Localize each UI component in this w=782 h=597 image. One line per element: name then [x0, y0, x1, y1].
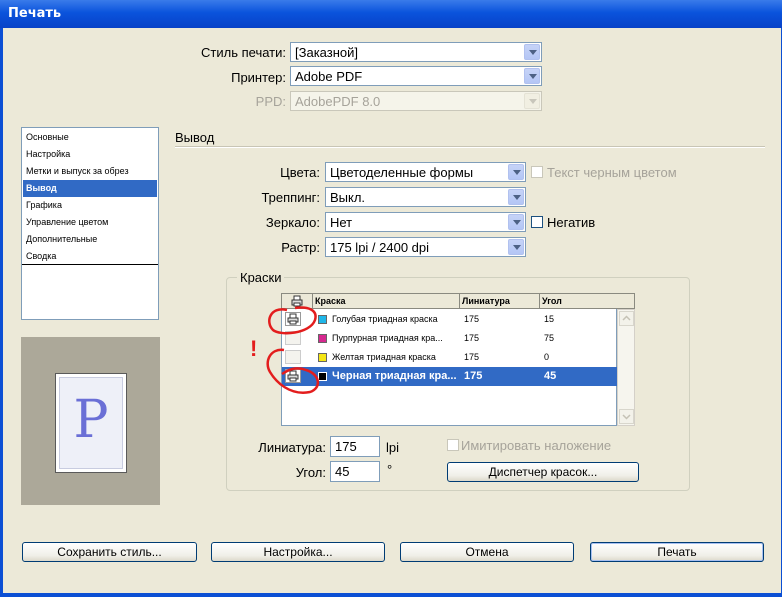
- ink-angle: 0: [544, 352, 550, 362]
- chevron-down-icon[interactable]: [524, 44, 540, 60]
- colors-value: Цветоделенные формы: [330, 165, 474, 180]
- angle-label: Угол:: [295, 465, 326, 480]
- printer-value: Adobe PDF: [295, 69, 363, 84]
- scroll-down-arrow[interactable]: [619, 409, 634, 424]
- sidebar-item-general[interactable]: Основные: [23, 129, 157, 146]
- inks-scrollbar[interactable]: [617, 309, 635, 426]
- column-ink[interactable]: Краска: [313, 294, 460, 308]
- page-preview: P: [21, 337, 160, 505]
- window-title: Печать: [8, 6, 62, 21]
- sidebar-item-advanced[interactable]: Дополнительные: [23, 231, 157, 248]
- save-style-button[interactable]: Сохранить стиль...: [22, 542, 197, 562]
- printer-label: Принтер:: [231, 70, 286, 85]
- sidebar-item-setup[interactable]: Настройка: [23, 146, 157, 163]
- table-row[interactable]: Голубая триадная краска 175 15: [282, 310, 617, 329]
- trapping-select[interactable]: Выкл.: [325, 187, 526, 207]
- simulate-overprint-checkbox: [447, 439, 459, 451]
- raster-label: Растр:: [281, 240, 320, 255]
- settings-category-list: Основные Настройка Метки и выпуск за обр…: [21, 127, 159, 320]
- list-divider: [22, 264, 158, 265]
- sidebar-item-output[interactable]: Вывод: [23, 180, 157, 197]
- setup-button[interactable]: Настройка...: [211, 542, 385, 562]
- title-bar: Печать: [0, 0, 782, 28]
- text-black-label: Текст черным цветом: [547, 165, 677, 180]
- sidebar-item-color-management[interactable]: Управление цветом: [23, 214, 157, 231]
- lineature-label: Линиатура:: [258, 440, 326, 455]
- chevron-down-icon: [524, 93, 540, 109]
- ink-name: Черная триадная кра...: [332, 370, 457, 382]
- ink-name: Голубая триадная краска: [332, 314, 438, 324]
- ink-name: Пурпурная триадная кра...: [332, 333, 443, 343]
- trapping-label: Треппинг:: [261, 190, 320, 205]
- inks-table-body: Голубая триадная краска 175 15 Пурпурная…: [281, 309, 617, 426]
- sidebar-item-graphics[interactable]: Графика: [23, 197, 157, 214]
- cancel-button[interactable]: Отмена: [400, 542, 574, 562]
- chevron-down-icon[interactable]: [524, 68, 540, 84]
- table-row-selected[interactable]: Черная триадная кра... 175 45: [282, 367, 617, 386]
- sidebar-item-summary[interactable]: Сводка: [23, 248, 157, 265]
- print-style-select[interactable]: [Заказной]: [290, 42, 542, 62]
- ink-angle: 15: [544, 314, 555, 324]
- colors-select[interactable]: Цветоделенные формы: [325, 162, 526, 182]
- text-black-checkbox: [531, 166, 543, 178]
- ink-lineature: 175: [464, 352, 480, 362]
- angle-input[interactable]: 45: [330, 461, 380, 482]
- ink-lineature: 175: [464, 370, 483, 382]
- page-thumbnail: P: [55, 373, 127, 473]
- table-row[interactable]: Желтая триадная краска 175 0: [282, 348, 617, 367]
- ink-angle: 45: [544, 370, 557, 382]
- chevron-down-icon[interactable]: [508, 239, 524, 255]
- print-style-value: [Заказной]: [295, 45, 358, 60]
- angle-unit: °: [387, 462, 393, 477]
- lineature-input[interactable]: 175: [330, 436, 380, 457]
- printer-select[interactable]: Adobe PDF: [290, 66, 542, 86]
- ink-lineature: 175: [464, 314, 480, 324]
- chevron-down-icon[interactable]: [508, 214, 524, 230]
- ink-angle: 75: [544, 333, 555, 343]
- ink-manager-button[interactable]: Диспетчер красок...: [447, 462, 639, 482]
- table-row[interactable]: Пурпурная триадная кра... 175 75: [282, 329, 617, 348]
- chevron-down-icon[interactable]: [508, 189, 524, 205]
- section-title: Вывод: [175, 130, 215, 145]
- ppd-value: AdobePDF 8.0: [295, 94, 381, 109]
- colors-label: Цвета:: [280, 165, 320, 180]
- ppd-select: AdobePDF 8.0: [290, 91, 542, 111]
- raster-value: 175 lpi / 2400 dpi: [330, 240, 430, 255]
- mirror-label: Зеркало:: [265, 215, 320, 230]
- ppd-label: PPD:: [255, 94, 286, 109]
- raster-select[interactable]: 175 lpi / 2400 dpi: [325, 237, 526, 257]
- mirror-value: Нет: [330, 215, 353, 230]
- print-style-label: Стиль печати:: [201, 45, 286, 60]
- column-lineature[interactable]: Линиатура: [460, 294, 540, 308]
- trapping-value: Выкл.: [330, 190, 366, 205]
- negative-label: Негатив: [547, 215, 596, 230]
- sidebar-item-marks-bleed[interactable]: Метки и выпуск за обрез: [23, 163, 157, 180]
- simulate-overprint-label: Имитировать наложение: [461, 438, 612, 453]
- chevron-down-icon[interactable]: [508, 164, 524, 180]
- section-divider: [175, 146, 765, 148]
- column-angle[interactable]: Угол: [540, 294, 634, 308]
- ink-lineature: 175: [464, 333, 480, 343]
- inks-table-header: Краска Линиатура Угол: [281, 293, 635, 309]
- print-button[interactable]: Печать: [590, 542, 764, 562]
- scroll-up-arrow[interactable]: [619, 311, 634, 326]
- inks-group-label: Краски: [237, 270, 285, 285]
- lineature-unit: lpi: [386, 440, 400, 455]
- mirror-select[interactable]: Нет: [325, 212, 526, 232]
- negative-checkbox[interactable]: [531, 216, 543, 228]
- exclamation-mark: !: [250, 336, 258, 361]
- preview-letter: P: [73, 390, 109, 450]
- ink-name: Желтая триадная краска: [332, 352, 436, 362]
- inks-table: Краска Линиатура Угол Голубая триадная к…: [281, 293, 635, 426]
